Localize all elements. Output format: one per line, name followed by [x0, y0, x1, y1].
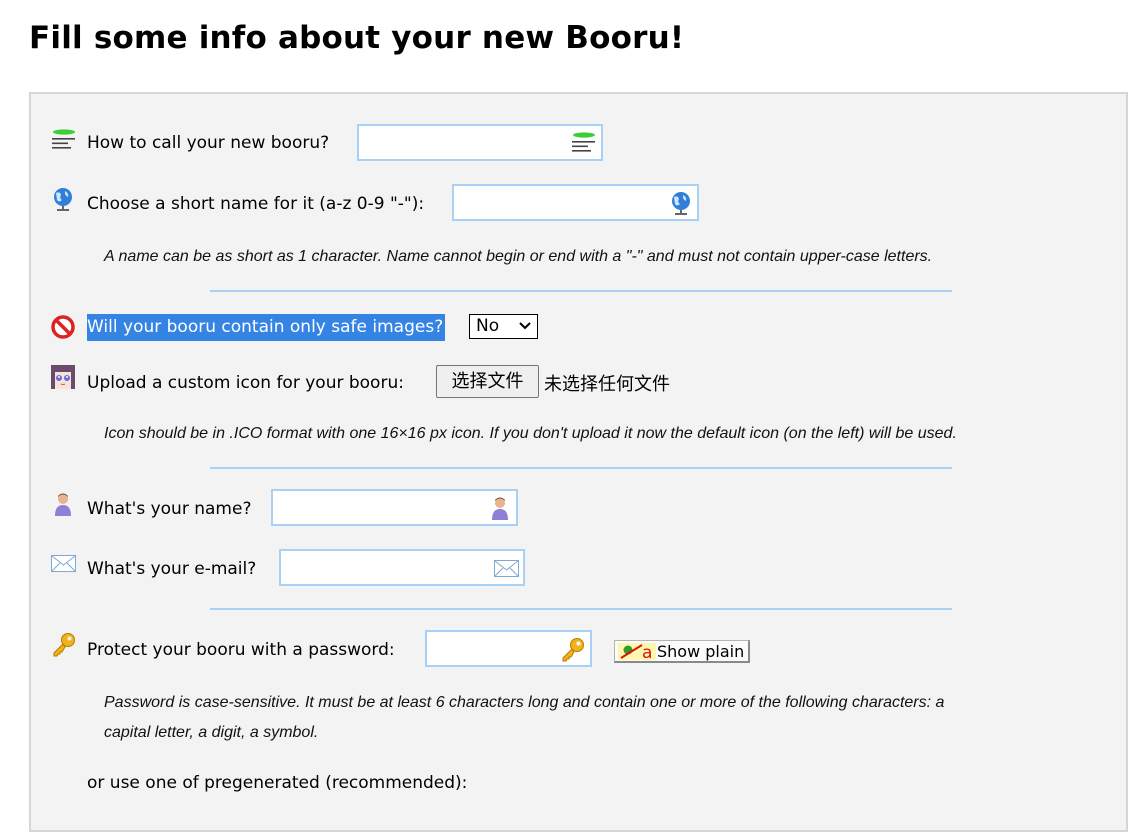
envelope-icon [494, 560, 519, 582]
anime-face-icon [51, 365, 75, 393]
file-status-text: 未选择任何文件 [544, 374, 670, 395]
short-name-input[interactable] [454, 186, 697, 219]
password-field[interactable] [425, 630, 592, 667]
separator [210, 608, 952, 610]
show-plain-label: Show plain [657, 642, 745, 661]
choose-file-button[interactable]: 选择文件 [436, 365, 539, 398]
short-name-hint: A name can be as short as 1 character. N… [104, 248, 933, 265]
safe-images-select[interactable]: No [469, 314, 538, 339]
svg-text:a: a [642, 643, 652, 662]
user-icon [488, 496, 512, 526]
text-lines-icon [51, 129, 77, 157]
key-icon [51, 632, 77, 662]
chevron-down-icon [518, 316, 532, 343]
owner-name-input[interactable] [273, 491, 516, 524]
key-icon [560, 637, 586, 667]
email-field[interactable] [279, 549, 525, 586]
user-icon [51, 492, 75, 522]
custom-icon-label: Upload a custom icon for your booru: [87, 373, 404, 393]
globe-icon [51, 187, 75, 217]
no-entry-icon [51, 315, 75, 343]
envelope-icon [51, 555, 76, 577]
page-title: Fill some info about your new Booru! [29, 20, 685, 56]
globe-icon [669, 191, 693, 221]
booru-title-field[interactable] [357, 124, 603, 161]
booru-title-label: How to call your new booru? [87, 133, 330, 153]
password-label: Protect your booru with a password: [87, 640, 395, 660]
separator [210, 467, 952, 469]
show-plain-button[interactable]: a Show plain [614, 640, 750, 663]
show-text-icon: a [618, 641, 656, 668]
password-hint-line2: capital letter, a digit, a symbol. [104, 724, 319, 741]
booru-title-input[interactable] [359, 126, 601, 159]
pregenerated-label: or use one of pregenerated (recommended)… [87, 773, 468, 793]
password-hint-line1: Password is case-sensitive. It must be a… [104, 694, 945, 711]
short-name-field[interactable] [452, 184, 699, 221]
email-input[interactable] [281, 551, 523, 584]
owner-name-label: What's your name? [87, 499, 252, 519]
text-lines-icon [571, 132, 597, 160]
email-label: What's your e-mail? [87, 559, 257, 579]
safe-images-label: Will your booru contain only safe images… [87, 314, 446, 341]
safe-images-selected: No [476, 316, 500, 336]
owner-name-field[interactable] [271, 489, 518, 526]
short-name-label: Choose a short name for it (a-z 0-9 "-")… [87, 194, 425, 214]
separator [210, 290, 952, 292]
custom-icon-hint: Icon should be in .ICO format with one 1… [104, 425, 957, 442]
